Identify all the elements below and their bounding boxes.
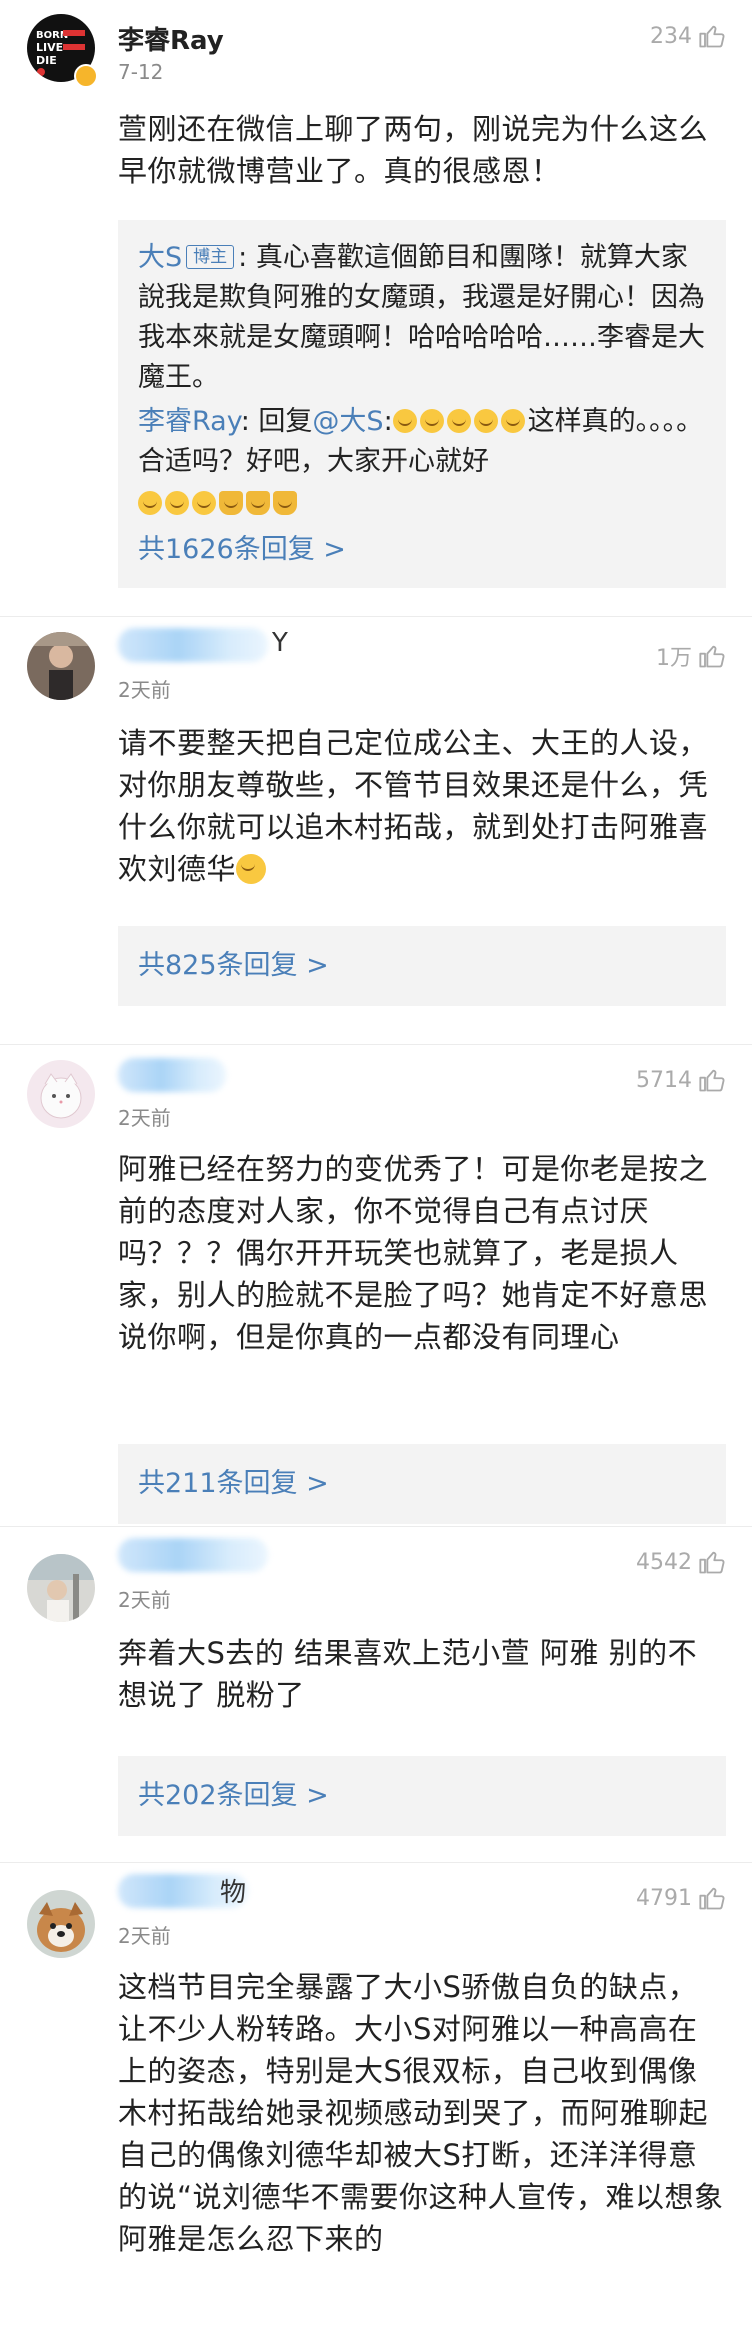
grin-emoji-icon xyxy=(500,409,525,433)
reply-username[interactable]: 大S xyxy=(138,242,182,273)
like-button[interactable]: 4542 xyxy=(636,1548,726,1576)
avatar[interactable] xyxy=(27,1060,95,1128)
blurred-username[interactable] xyxy=(118,628,268,662)
comment-text: 奔着大S去的 结果喜欢上范小萱 阿雅 别的不想说了 脱粉了 xyxy=(118,1636,698,1712)
reply-preview-box[interactable]: 共211条回复 > xyxy=(118,1444,726,1524)
reply-prefix: : 回复 xyxy=(240,406,313,437)
clap-emoji-icon xyxy=(219,491,243,515)
avatar[interactable] xyxy=(27,1890,95,1958)
grin-emoji-icon xyxy=(138,491,162,515)
reply-mention[interactable]: @大S xyxy=(312,406,383,437)
grin-emoji-icon xyxy=(392,409,417,433)
divider xyxy=(0,616,752,617)
grin-emoji-icon xyxy=(165,491,189,515)
more-replies-link[interactable]: 共211条回复 > xyxy=(138,1464,329,1504)
grin-emoji-icon xyxy=(192,491,216,515)
comment-text: 萱刚还在微信上聊了两句，刚说完为什么这么早你就微博营业了。真的很感恩！ xyxy=(118,112,709,188)
clap-emoji-icon xyxy=(273,491,297,515)
grin-emoji-icon xyxy=(419,409,444,433)
avatar-image xyxy=(27,1554,95,1622)
smile-emoji-icon xyxy=(236,854,267,884)
thumbs-up-icon xyxy=(698,642,726,670)
username[interactable]: 李睿Ray xyxy=(118,20,224,57)
verified-badge-icon xyxy=(74,64,98,88)
like-button[interactable]: 1万 xyxy=(656,640,726,672)
reply-preview-box[interactable]: 共825条回复 > xyxy=(118,926,726,1006)
clap-emoji-icon xyxy=(246,491,270,515)
comment-date: 2天前 xyxy=(118,1588,171,1612)
like-button[interactable]: 4791 xyxy=(636,1884,726,1912)
like-count: 4542 xyxy=(636,1549,692,1575)
comment-text-content: 请不要整天把自己定位成公主、大王的人设，对你朋友尊敬些，不管节目效果还是什么，凭… xyxy=(118,726,709,886)
comment-text: 阿雅已经在努力的变优秀了！可是你老是按之前的态度对人家，你不觉得自己有点讨厌吗？… xyxy=(118,1152,709,1354)
blurred-username[interactable] xyxy=(118,1538,268,1572)
divider xyxy=(0,1044,752,1045)
like-count: 234 xyxy=(650,23,692,49)
more-replies-link[interactable]: 共202条回复 > xyxy=(138,1776,329,1816)
like-button[interactable]: 234 xyxy=(650,22,726,50)
grin-emoji-icon xyxy=(473,409,498,433)
avatar[interactable] xyxy=(27,1554,95,1622)
thumbs-up-icon xyxy=(698,1884,726,1912)
like-count: 1万 xyxy=(656,646,692,671)
avatar-image xyxy=(27,1890,95,1958)
avatar[interactable] xyxy=(27,632,95,700)
divider xyxy=(0,1862,752,1863)
reply-item: 大S 博主: 真心喜歡這個節目和團隊！就算大家說我是欺負阿雅的女魔頭，我還是好開心… xyxy=(138,238,706,398)
like-count: 5714 xyxy=(636,1067,692,1093)
comment-date: 2天前 xyxy=(118,1106,171,1130)
reply-colon: : xyxy=(383,406,393,437)
comment-text: 这档节目完全暴露了大小S骄傲自负的缺点，让不少人粉转路。大小S对阿雅以一种高高在… xyxy=(118,1970,724,2256)
more-replies-link[interactable]: 共825条回复 > xyxy=(138,946,329,986)
divider xyxy=(0,1526,752,1527)
like-button[interactable]: 5714 xyxy=(636,1066,726,1094)
thumbs-up-icon xyxy=(698,22,726,50)
reply-item: 李睿Ray: 回复@大S: 这样真的。。。。合适吗？好吧，大家开心就好 xyxy=(138,402,706,524)
avatar-image xyxy=(27,1060,95,1128)
avatar-image xyxy=(27,632,95,700)
grin-emoji-icon xyxy=(446,409,471,433)
avatar-text-live: LIVE xyxy=(36,41,63,54)
reply-username[interactable]: 李睿Ray xyxy=(138,406,241,437)
username-suffix: Y xyxy=(272,628,288,658)
more-replies-link[interactable]: 共1626条回复 > xyxy=(138,530,706,570)
comment-text: 请不要整天把自己定位成公主、大王的人设，对你朋友尊敬些，不管节目效果还是什么，凭… xyxy=(118,722,724,890)
thumbs-up-icon xyxy=(698,1548,726,1576)
author-badge: 博主 xyxy=(186,245,235,269)
comment-date: 7-12 xyxy=(118,60,164,84)
reply-preview-box[interactable]: 大S 博主: 真心喜歡這個節目和團隊！就算大家說我是欺負阿雅的女魔頭，我還是好開心… xyxy=(118,220,726,588)
thumbs-up-icon xyxy=(698,1066,726,1094)
avatar-text-die: DIE xyxy=(36,54,57,67)
like-count: 4791 xyxy=(636,1885,692,1911)
comment-date: 2天前 xyxy=(118,1924,171,1948)
blurred-username[interactable] xyxy=(118,1058,226,1092)
reply-preview-box[interactable]: 共202条回复 > xyxy=(118,1756,726,1836)
comment-date: 2天前 xyxy=(118,678,171,702)
username-suffix: 物 xyxy=(220,1878,247,1908)
